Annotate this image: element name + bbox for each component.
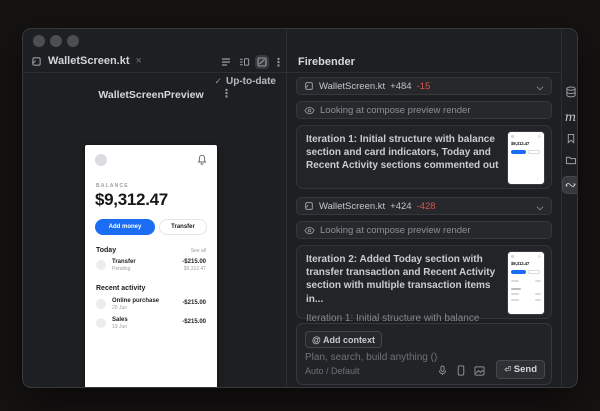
transaction-amount-sub: $9,312.47: [184, 266, 206, 272]
folder-icon[interactable]: [565, 155, 576, 165]
ide-window: WalletScreen.kt × ⋮ ✓ Up-to-date WalletS…: [22, 28, 578, 388]
transfer-button[interactable]: Transfer: [159, 219, 207, 235]
editor-menu-icon[interactable]: ⋮: [273, 56, 284, 69]
file-icon: [304, 201, 314, 211]
microphone-icon[interactable]: [438, 365, 447, 376]
chat-input[interactable]: [305, 351, 485, 364]
zoom-button[interactable]: [67, 35, 79, 47]
transaction-icon: [96, 299, 106, 309]
tab-walletscreen[interactable]: WalletScreen.kt ×: [31, 55, 142, 67]
chat-input-box: @ Add context Auto / Default ⏎ Send: [296, 323, 552, 385]
action-chip[interactable]: Looking at compose preview render: [296, 221, 552, 239]
eye-icon: [304, 226, 315, 235]
editor-tab-bar: WalletScreen.kt × ⋮: [23, 51, 286, 73]
bell-icon[interactable]: [197, 154, 207, 165]
transaction-sub: Pending: [112, 266, 130, 272]
diff-added: +484: [390, 81, 411, 92]
preview-title: WalletScreenPreview: [98, 89, 203, 101]
preview-thumbnail[interactable]: $9,312.47: [508, 252, 544, 314]
transaction-amount: -$215.00: [182, 319, 206, 325]
m-plugin-icon[interactable]: m: [565, 110, 576, 124]
panel-title: Firebender: [298, 56, 355, 68]
device-icon[interactable]: [457, 365, 465, 376]
file-diff-chip[interactable]: WalletScreen.kt +424 -428: [296, 197, 552, 215]
transaction-name: Sales: [112, 317, 128, 323]
tab-title: WalletScreen.kt: [48, 55, 130, 67]
balance-label: BALANCE: [96, 183, 129, 189]
transaction-icon: [96, 318, 106, 328]
send-label: Send: [514, 364, 537, 375]
compose-file-icon: [31, 56, 42, 67]
minimize-button[interactable]: [50, 35, 62, 47]
transaction-sub: 20 Jun: [112, 305, 127, 311]
transaction-name: Transfer: [112, 259, 136, 265]
tool-strip: m: [561, 29, 578, 388]
transaction-icon: [96, 260, 106, 270]
recent-activity-heading: Recent activity: [96, 285, 145, 292]
avatar[interactable]: [95, 154, 107, 166]
return-icon: ⏎: [504, 365, 511, 374]
split-view-icon[interactable]: [237, 55, 251, 69]
see-all-link[interactable]: See all: [191, 248, 206, 254]
balance-value: $9,312.47: [95, 190, 168, 210]
message-text: Iteration 2: Added Today section with tr…: [306, 253, 502, 306]
close-button[interactable]: [33, 35, 45, 47]
wallet-phone-preview: BALANCE $9,312.47 Add money Transfer Tod…: [85, 145, 217, 388]
eye-icon: [304, 106, 315, 115]
transaction-amount: -$215.00: [182, 300, 206, 306]
send-button[interactable]: ⏎ Send: [496, 360, 545, 379]
tab-close-icon[interactable]: ×: [136, 55, 142, 67]
bookmark-icon[interactable]: [566, 133, 575, 144]
file-name: WalletScreen.kt: [319, 201, 385, 212]
transaction-sub: 19 Jun: [112, 324, 127, 330]
preview-status: Up-to-date: [226, 76, 276, 87]
add-money-button[interactable]: Add money: [95, 219, 155, 235]
firebender-sync-icon[interactable]: [562, 176, 579, 194]
preview-pane: ✓ Up-to-date WalletScreenPreview ⋮ BALAN…: [23, 73, 286, 388]
code-view-icon[interactable]: [219, 55, 233, 69]
model-selector[interactable]: Auto / Default: [305, 366, 360, 376]
preview-view-icon[interactable]: [255, 55, 269, 69]
firebender-panel: Firebender WalletScreen.kt +484 -15 Look…: [286, 29, 561, 388]
database-icon[interactable]: [565, 86, 576, 98]
chevron-down-icon[interactable]: [536, 202, 544, 210]
file-icon: [304, 81, 314, 91]
message-text: Iteration 1: Initial structure with bala…: [306, 133, 502, 173]
transaction-name: Online purchase: [112, 298, 159, 304]
assistant-message: Iteration 2: Added Today section with tr…: [296, 245, 552, 319]
file-diff-chip[interactable]: WalletScreen.kt +484 -15: [296, 77, 552, 95]
diff-removed: -428: [417, 201, 436, 212]
today-heading: Today: [96, 247, 116, 254]
action-label: Looking at compose preview render: [320, 225, 471, 236]
check-icon: ✓: [214, 76, 222, 87]
transaction-amount: -$215.00: [182, 259, 206, 265]
preview-menu-icon[interactable]: ⋮: [221, 87, 232, 100]
assistant-message: Iteration 1: Initial structure with bala…: [296, 125, 552, 189]
file-name: WalletScreen.kt: [319, 81, 385, 92]
chevron-down-icon[interactable]: [536, 82, 544, 90]
action-label: Looking at compose preview render: [320, 105, 471, 116]
image-icon[interactable]: [474, 366, 485, 376]
preview-thumbnail[interactable]: $9,312.47: [508, 132, 544, 184]
action-chip[interactable]: Looking at compose preview render: [296, 101, 552, 119]
add-context-button[interactable]: @ Add context: [305, 331, 382, 348]
diff-removed: -15: [417, 81, 431, 92]
diff-added: +424: [390, 201, 411, 212]
